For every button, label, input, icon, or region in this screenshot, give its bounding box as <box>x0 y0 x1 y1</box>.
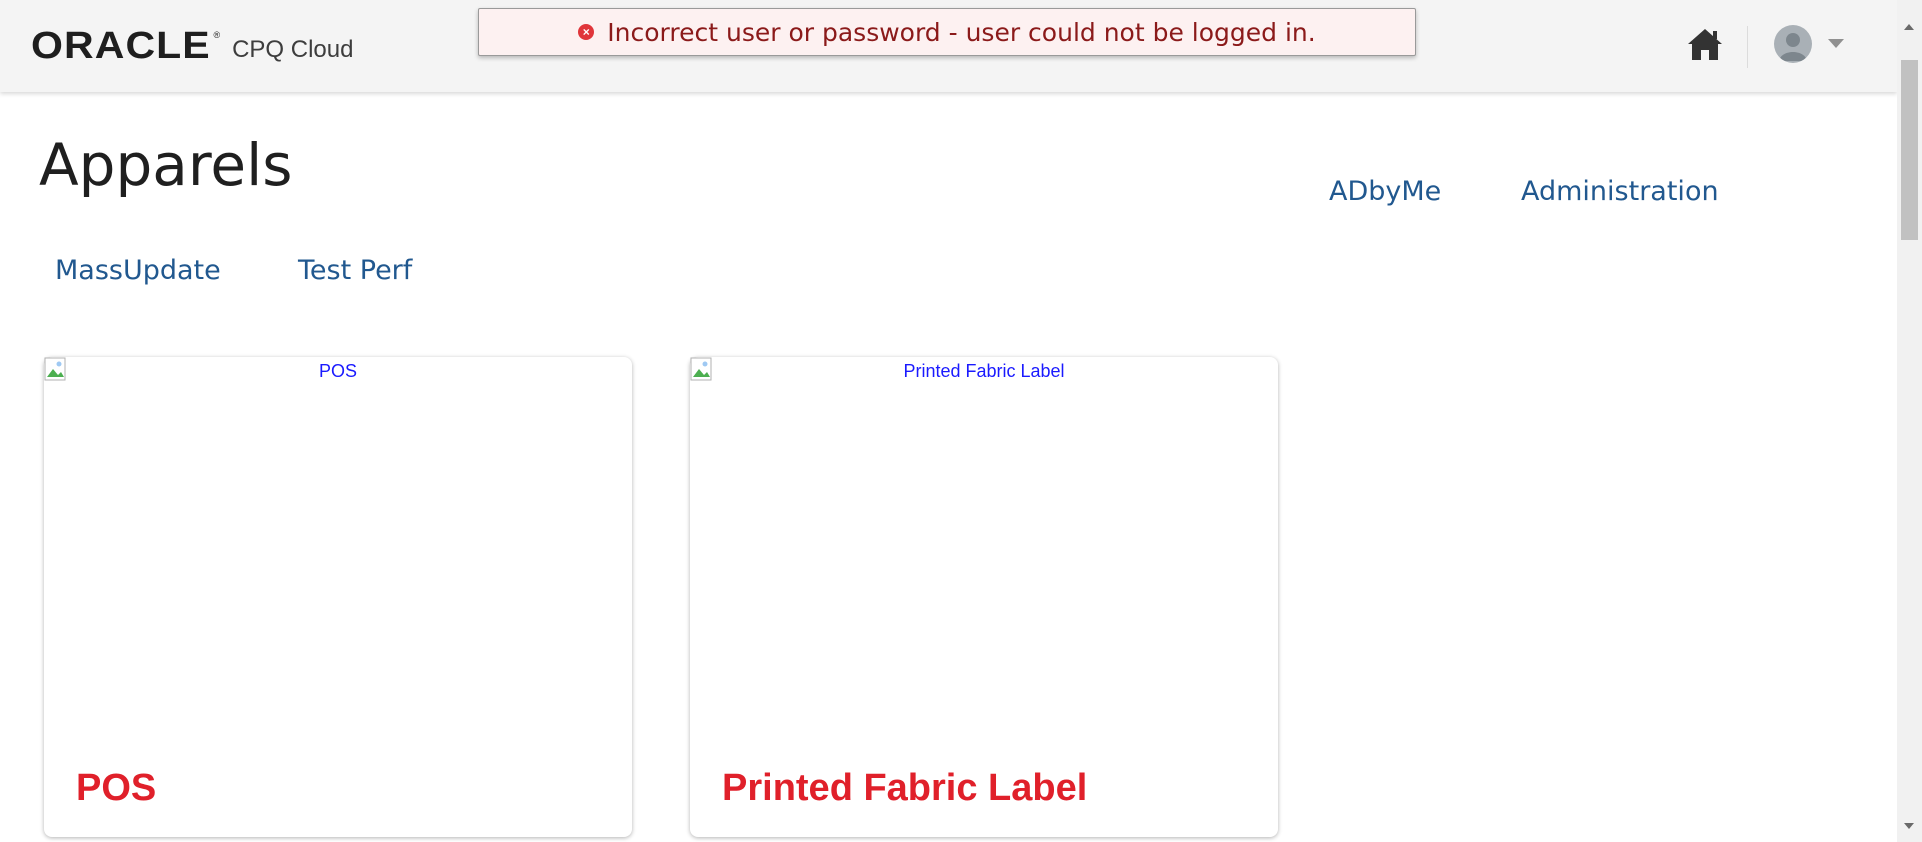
link-massupdate[interactable]: MassUpdate <box>55 255 221 286</box>
oracle-logo[interactable]: ORACLE ® CPQ Cloud <box>31 26 353 66</box>
error-x-icon: × <box>578 24 595 40</box>
chevron-down-icon[interactable] <box>1828 39 1844 48</box>
link-test-perf[interactable]: Test Perf <box>298 255 412 286</box>
vertical-scrollbar[interactable] <box>1897 0 1922 842</box>
header-divider <box>1747 26 1748 68</box>
product-card-pos[interactable]: POS POS <box>44 357 632 837</box>
product-card-printed-fabric-label[interactable]: Printed Fabric Label Printed Fabric Labe… <box>690 357 1278 837</box>
link-administration[interactable]: Administration <box>1521 176 1719 207</box>
logo-registered-mark: ® <box>213 30 221 40</box>
error-banner: × Incorrect user or password - user coul… <box>478 8 1416 56</box>
home-icon[interactable] <box>1686 26 1724 62</box>
scroll-thumb[interactable] <box>1901 60 1918 240</box>
user-avatar-icon[interactable] <box>1774 25 1812 63</box>
card-title[interactable]: Printed Fabric Label <box>722 767 1087 810</box>
card-image-alt: Printed Fabric Label <box>903 361 1065 381</box>
link-adbyme[interactable]: ADbyMe <box>1329 176 1441 207</box>
card-image-alt: POS <box>318 361 357 381</box>
card-title[interactable]: POS <box>76 767 156 810</box>
product-name: CPQ Cloud <box>232 36 354 63</box>
page-title: Apparels <box>39 131 293 199</box>
logo-wordmark: ORACLE <box>31 25 211 67</box>
scroll-up-icon[interactable] <box>1904 24 1914 30</box>
scroll-down-icon[interactable] <box>1904 823 1914 829</box>
error-message: Incorrect user or password - user could … <box>607 17 1316 47</box>
